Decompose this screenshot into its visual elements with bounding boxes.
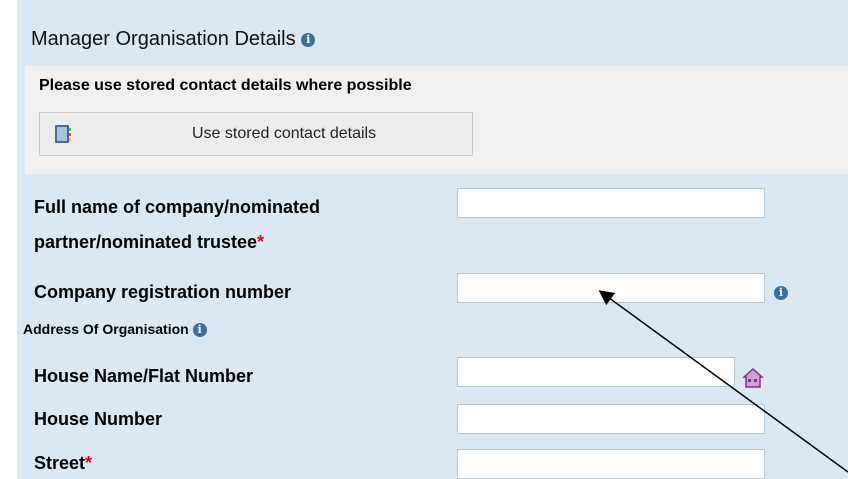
info-icon[interactable]: i <box>301 32 316 47</box>
full-name-label-line2: partner/nominated trustee* <box>34 232 264 253</box>
required-marker: * <box>85 453 93 473</box>
info-icon[interactable]: i <box>192 323 207 338</box>
company-registration-label: Company registration number <box>34 282 292 302</box>
house-number-input[interactable] <box>457 404 765 434</box>
use-stored-contact-label: Use stored contact details <box>192 125 377 142</box>
house-name-label: House Name/Flat Number <box>34 366 254 386</box>
section-title: Manager Organisation Details i <box>31 28 316 51</box>
full-name-label-line2-text: partner/nominated trustee <box>34 232 258 252</box>
street-input[interactable] <box>457 449 765 479</box>
use-stored-contact-button[interactable]: Use stored contact details <box>39 112 473 156</box>
full-name-input[interactable] <box>457 188 765 218</box>
address-subheading: Address Of Organisation i <box>23 321 207 338</box>
notice-text: Please use stored contact details where … <box>39 77 412 94</box>
section-title-text: Manager Organisation Details <box>31 28 296 50</box>
house-lookup-icon[interactable] <box>742 367 764 389</box>
full-name-label-line1: Full name of company/nominated <box>34 197 321 217</box>
address-subheading-text: Address Of Organisation <box>23 321 189 337</box>
street-label-text: Street <box>34 453 86 473</box>
company-registration-input[interactable] <box>457 273 765 303</box>
house-name-input[interactable] <box>457 357 735 387</box>
house-number-label: House Number <box>34 409 163 429</box>
required-marker: * <box>257 232 265 252</box>
street-label: Street* <box>34 453 92 474</box>
info-icon[interactable]: i <box>774 286 788 300</box>
contact-book-icon <box>55 125 71 143</box>
